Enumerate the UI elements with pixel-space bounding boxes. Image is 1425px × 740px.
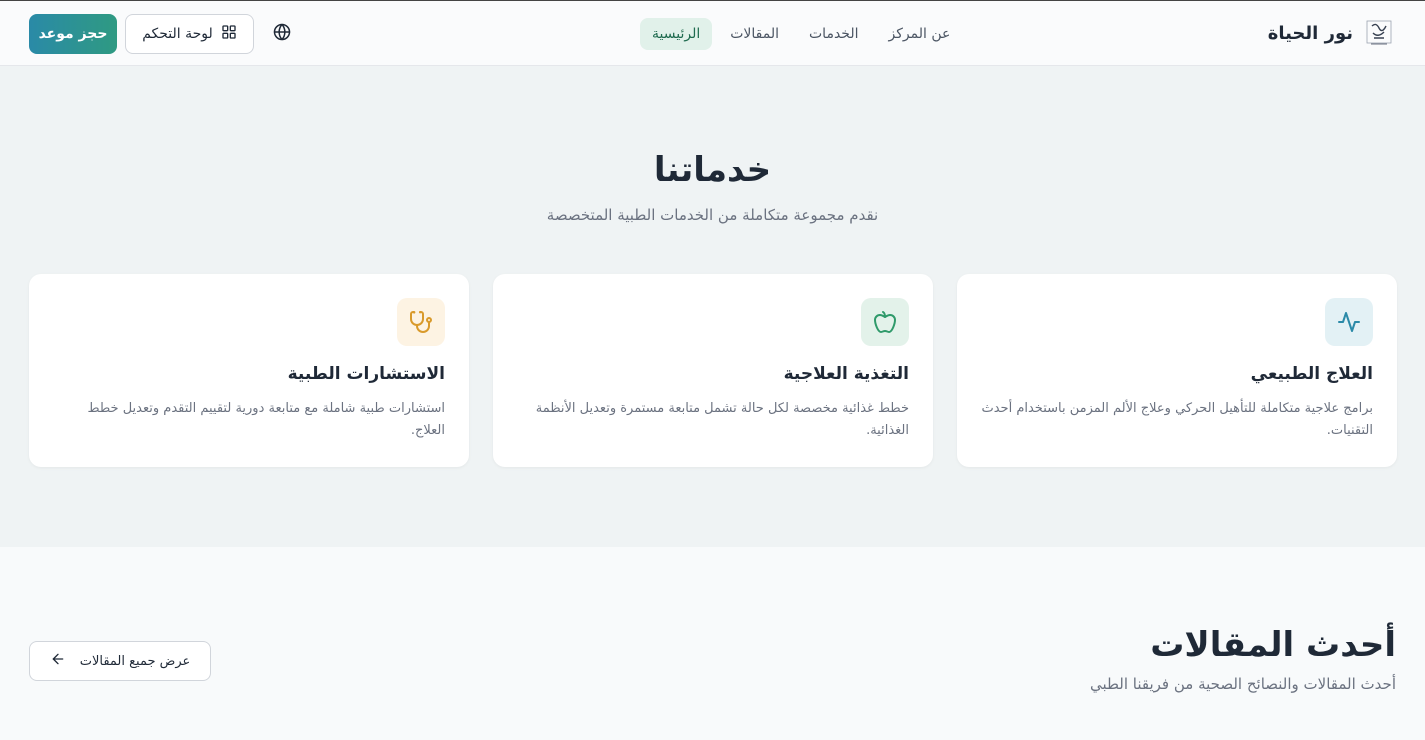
apple-icon	[861, 298, 909, 346]
card-title: التغذية العلاجية	[783, 364, 909, 384]
view-all-articles-button[interactable]: عرض جميع المقالات	[29, 641, 211, 681]
articles-section: أحدث المقالات أحدث المقالات والنصائح الص…	[0, 547, 1425, 740]
service-card-nutrition[interactable]: التغذية العلاجية خطط غذائية مخصصة لكل حا…	[493, 274, 933, 467]
arrow-left-icon	[50, 651, 66, 671]
services-subtitle: نقدم مجموعة متكاملة من الخدمات الطبية ال…	[546, 206, 879, 224]
grid-icon	[221, 24, 237, 44]
card-title: العلاج الطبيعي	[1250, 364, 1373, 384]
dashboard-button[interactable]: لوحة التحكم	[125, 14, 254, 54]
logo-calligraphy-icon	[1363, 17, 1395, 49]
service-card-physiotherapy[interactable]: العلاج الطبيعي برامج علاجية متكاملة للتأ…	[957, 274, 1397, 467]
activity-pulse-icon	[1325, 298, 1373, 346]
nav-item-about[interactable]: عن المركز	[877, 18, 963, 50]
stethoscope-icon	[397, 298, 445, 346]
card-description: استشارات طبية شاملة مع متابعة دورية لتقي…	[87, 401, 445, 438]
nav-item-home[interactable]: الرئيسية	[640, 18, 713, 50]
card-description: خطط غذائية مخصصة لكل حالة تشمل متابعة مس…	[535, 401, 909, 438]
services-section: خدماتنا نقدم مجموعة متكاملة من الخدمات ا…	[0, 66, 1425, 547]
articles-subtitle: أحدث المقالات والنصائح الصحية من فريقنا …	[1089, 675, 1396, 693]
dashboard-label: لوحة التحكم	[142, 26, 213, 42]
card-title: الاستشارات الطبية	[287, 364, 445, 384]
articles-title: أحدث المقالات	[1150, 625, 1396, 665]
top-header: نور الحياة الرئيسية المقالات الخدمات عن …	[0, 0, 1425, 66]
nav-item-articles[interactable]: المقالات	[718, 18, 791, 50]
main-nav: الرئيسية المقالات الخدمات عن المركز	[640, 16, 962, 52]
services-title: خدماتنا	[653, 150, 772, 190]
nav-item-services[interactable]: الخدمات	[797, 18, 871, 50]
service-card-consultations[interactable]: الاستشارات الطبية استشارات طبية شاملة مع…	[29, 274, 469, 467]
language-button[interactable]	[266, 18, 298, 50]
brand-name: نور الحياة	[1267, 22, 1353, 44]
globe-icon	[273, 23, 291, 45]
book-appointment-button[interactable]: حجز موعد	[29, 14, 117, 54]
brand[interactable]: نور الحياة	[1268, 16, 1395, 50]
card-description: برامج علاجية متكاملة للتأهيل الحركي وعلا…	[981, 401, 1373, 438]
view-all-label: عرض جميع المقالات	[79, 653, 191, 669]
